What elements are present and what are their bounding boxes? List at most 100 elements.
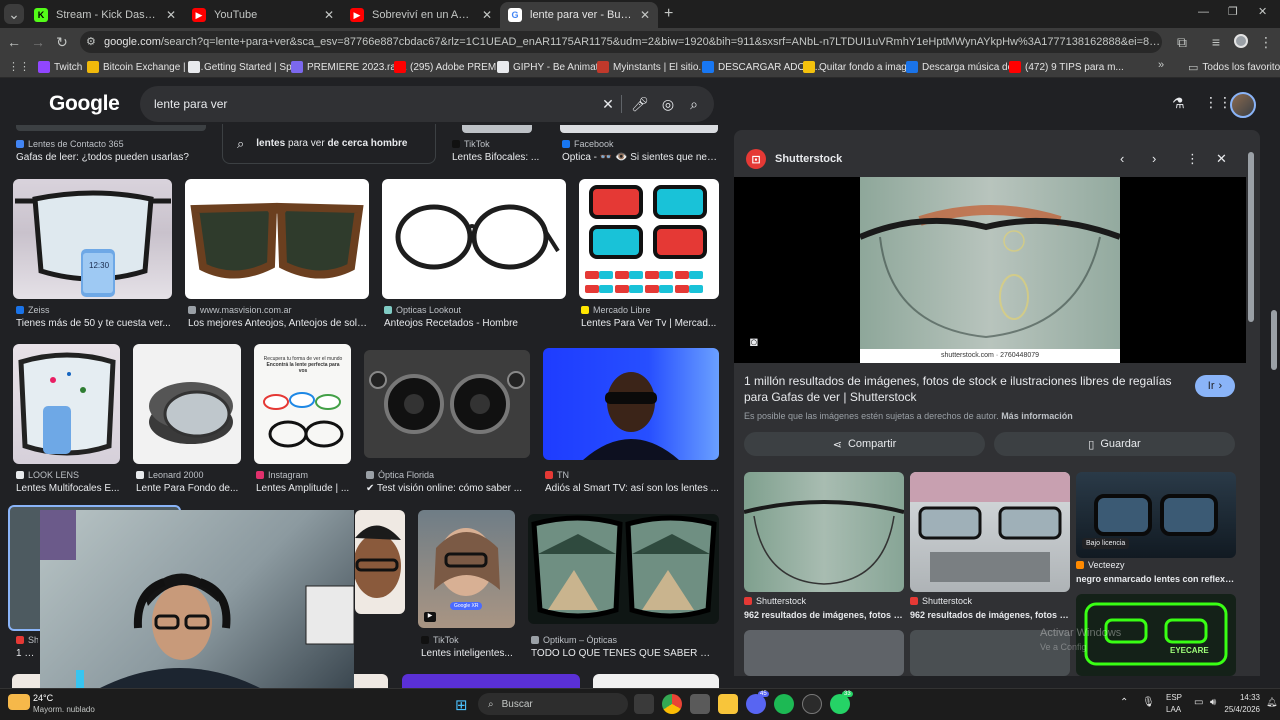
result-image-leonard[interactable] bbox=[133, 344, 241, 464]
voice-search-icon[interactable]: 🎤︎ bbox=[631, 96, 649, 112]
all-bookmarks-button[interactable]: ▭ Todos los favoritos bbox=[1188, 59, 1280, 75]
obs-icon[interactable] bbox=[802, 694, 822, 714]
result-source[interactable]: Shu bbox=[16, 635, 38, 645]
result-image-zeiss[interactable]: 12:30 bbox=[13, 179, 172, 299]
bookmark-item[interactable]: PREMIERE 2023.rar... bbox=[291, 59, 407, 75]
new-tab-button[interactable]: + bbox=[664, 5, 673, 23]
result-source[interactable]: TikTok bbox=[452, 139, 548, 149]
clock-date[interactable]: 25/4/2026 bbox=[1222, 705, 1260, 714]
close-window-button[interactable]: ✕ bbox=[1258, 5, 1267, 18]
notifications-icon[interactable]: 🔔︎ bbox=[1266, 697, 1277, 708]
weather-temperature[interactable]: 24°C bbox=[33, 693, 53, 703]
result-image-tiktok-google[interactable]: Google XR ▶ bbox=[418, 510, 515, 628]
previous-icon[interactable]: ‹ bbox=[1120, 151, 1124, 166]
result-thumb-partial[interactable] bbox=[593, 674, 719, 688]
tab-google-search[interactable]: G lente para ver - Buscar con Goo ✕ bbox=[500, 2, 658, 28]
weather-description[interactable]: Mayorm. nublado bbox=[33, 705, 95, 714]
bookmark-item[interactable]: Quitar fondo a imag... bbox=[803, 59, 915, 75]
related-source[interactable]: Shutterstock bbox=[744, 596, 904, 606]
related-search-chip[interactable]: ⌕ lentes para ver de cerca hombre bbox=[222, 124, 436, 164]
panel-source-name[interactable]: Shutterstock bbox=[775, 153, 842, 165]
weather-icon[interactable] bbox=[8, 694, 30, 710]
bookmark-item[interactable]: Getting Started | Spi... bbox=[188, 59, 302, 75]
account-avatar[interactable] bbox=[1230, 92, 1256, 118]
tab-kick[interactable]: K Stream - Kick Dashboard ✕ bbox=[26, 2, 184, 28]
spotify-icon[interactable] bbox=[774, 694, 794, 714]
bookmark-item[interactable]: Twitch bbox=[38, 59, 82, 75]
close-icon[interactable]: ✕ bbox=[482, 8, 492, 22]
page-scrollbar-thumb[interactable] bbox=[1271, 310, 1277, 370]
profile-avatar[interactable] bbox=[1234, 34, 1248, 48]
reload-icon[interactable]: ↻ bbox=[52, 32, 72, 52]
result-image-masvision[interactable] bbox=[185, 179, 369, 299]
result-caption[interactable]: TODO LO QUE TENES QUE SABER DE... bbox=[531, 648, 717, 659]
apps-grid-icon[interactable]: ⋮⋮ bbox=[8, 60, 30, 73]
address-bar[interactable]: ⚙ google.com/search?q=lente+para+ver&sca… bbox=[80, 31, 1162, 53]
result-caption[interactable]: Lente Para Fondo de... bbox=[136, 483, 240, 494]
tab-youtube[interactable]: ▶ YouTube ✕ bbox=[184, 2, 342, 28]
related-caption[interactable]: 962 resultados de imágenes, fotos de... bbox=[744, 610, 904, 620]
result-image-partial-woman[interactable] bbox=[355, 510, 405, 614]
microphone-icon[interactable]: 🎙︎ bbox=[1142, 697, 1155, 708]
more-info-link[interactable]: Más información bbox=[1001, 411, 1073, 421]
volume-icon[interactable]: 🔊︎ bbox=[1210, 697, 1216, 708]
related-caption[interactable]: negro enmarcado lentes con reflexión e..… bbox=[1076, 574, 1236, 584]
result-caption[interactable]: Los mejores Anteojos, Anteojos de sol ..… bbox=[188, 318, 368, 329]
result-image-mercado-libre[interactable] bbox=[579, 179, 719, 299]
result-source[interactable]: Lentes de Contacto 365 bbox=[16, 139, 206, 149]
menu-icon[interactable]: ⋮ bbox=[1256, 32, 1276, 52]
result-caption[interactable]: Óptica - 👓 👁️ Si sientes que nec... bbox=[562, 152, 718, 163]
result-image-instagram[interactable]: Recupera tu forma de ver el mundo Encontr… bbox=[254, 344, 351, 464]
close-icon[interactable]: ✕ bbox=[324, 8, 334, 22]
site-info-icon[interactable]: ⚙ bbox=[86, 35, 96, 48]
google-logo[interactable]: Google bbox=[49, 92, 120, 116]
result-source[interactable]: LOOK LENS bbox=[16, 470, 120, 480]
result-caption[interactable]: ✔ Test visión online: cómo saber ... bbox=[366, 483, 528, 494]
related-source[interactable]: Shutterstock bbox=[910, 596, 1070, 606]
result-caption[interactable]: Lentes Para Ver Tv | Mercad... bbox=[581, 318, 717, 329]
result-source[interactable]: Zeiss bbox=[16, 305, 172, 315]
panel-scrollbar[interactable] bbox=[1248, 146, 1254, 676]
tab-search-icon[interactable]: ⌄ bbox=[4, 4, 24, 24]
restore-button[interactable]: ❐ bbox=[1228, 5, 1238, 18]
result-source[interactable]: www.masvision.com.ar bbox=[188, 305, 368, 315]
show-hidden-icons[interactable]: ⌃ bbox=[1120, 697, 1128, 708]
related-image-3[interactable]: Bajo licencia bbox=[1076, 472, 1236, 558]
clear-search-icon[interactable]: ✕ bbox=[600, 96, 616, 112]
bookmark-item[interactable]: Myinstants | El sitio... bbox=[597, 59, 707, 75]
result-source[interactable]: Óptica Florida bbox=[366, 470, 528, 480]
result-caption[interactable]: Anteojos Recetados - Hombre bbox=[384, 318, 564, 329]
preview-image[interactable]: shutterstock.com · 2760448079 bbox=[860, 177, 1120, 363]
result-source[interactable]: Instagram bbox=[256, 470, 350, 480]
tab-youtube-video[interactable]: ▶ Sobreviví en un Apartamento c ✕ bbox=[342, 2, 500, 28]
clock-time[interactable]: 14:33 bbox=[1230, 693, 1260, 702]
minimize-button[interactable]: — bbox=[1198, 6, 1209, 18]
related-caption[interactable]: 962 resultados de imágenes, fotos de... bbox=[910, 610, 1070, 620]
close-icon[interactable]: ✕ bbox=[166, 8, 176, 22]
back-icon[interactable]: ← bbox=[4, 32, 24, 52]
bookmark-item[interactable]: (295) Adobe PREMI... bbox=[394, 59, 507, 75]
result-image-optica-florida[interactable] bbox=[364, 350, 530, 458]
result-source[interactable]: TN bbox=[545, 470, 719, 480]
related-image-4[interactable] bbox=[744, 630, 904, 676]
language-indicator[interactable]: ESP bbox=[1166, 693, 1182, 702]
network-icon[interactable]: ▭ bbox=[1194, 697, 1203, 708]
result-source[interactable]: TikTok bbox=[421, 635, 515, 645]
more-options-icon[interactable]: ⋮ bbox=[1186, 151, 1199, 167]
result-source[interactable]: Optikum – Ópticas bbox=[531, 635, 717, 645]
result-caption[interactable]: Gafas de leer: ¿todos pueden usarlas? bbox=[16, 152, 206, 163]
whatsapp-icon[interactable] bbox=[830, 694, 850, 714]
result-image-lookout[interactable] bbox=[382, 179, 566, 299]
result-source[interactable]: Opticas Lookout bbox=[384, 305, 564, 315]
file-explorer-icon[interactable] bbox=[718, 694, 738, 714]
bookmarks-overflow-button[interactable]: » bbox=[1158, 59, 1164, 71]
result-thumb-partial[interactable] bbox=[462, 125, 532, 133]
bookmark-item[interactable]: GIPHY - Be Animated bbox=[497, 59, 610, 75]
keyboard-layout[interactable]: LAA bbox=[1166, 705, 1181, 714]
taskbar-app-icon[interactable] bbox=[690, 694, 710, 714]
lens-search-icon[interactable]: ◎ bbox=[660, 96, 676, 112]
next-icon[interactable]: › bbox=[1152, 151, 1156, 166]
result-caption[interactable]: Lentes Bifocales: ... bbox=[452, 152, 548, 163]
close-icon[interactable]: ✕ bbox=[640, 8, 650, 22]
result-caption[interactable]: 1 mill bbox=[16, 648, 38, 659]
